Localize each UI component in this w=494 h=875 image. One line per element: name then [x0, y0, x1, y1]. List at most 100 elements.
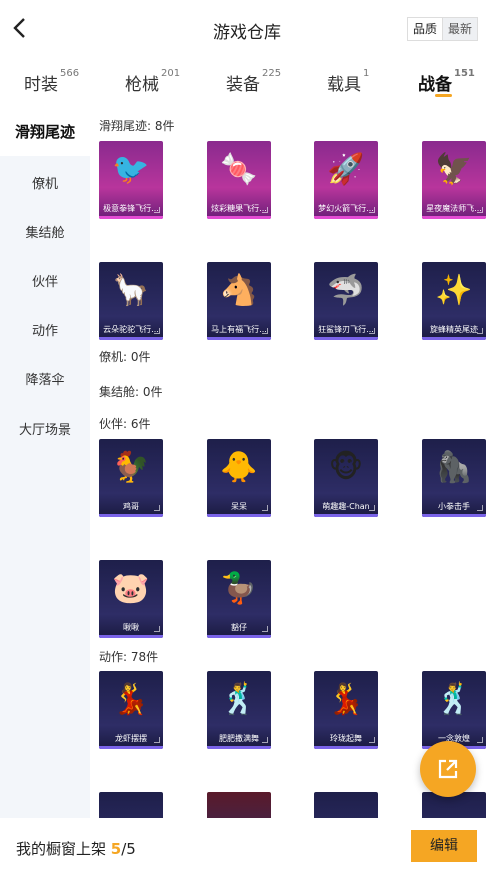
item-card[interactable]: 💃 玲珑起舞 [314, 671, 378, 749]
tab-fashion[interactable]: 时装566 [24, 68, 80, 95]
corner-mark [477, 505, 483, 511]
item-image: 🦅 [435, 151, 473, 187]
item-image: 🦙 [112, 272, 150, 308]
item-image: 🐥 [220, 449, 258, 485]
item-card[interactable]: 🐥 呆呆 [207, 439, 271, 517]
item-card[interactable]: 💃 龙虾摆摆 [99, 671, 163, 749]
corner-mark [262, 505, 268, 511]
tab-vehicles[interactable]: 载具1 [327, 68, 370, 95]
item-card[interactable]: 🕺 一念敦煌 [422, 671, 486, 749]
item-card[interactable]: 🐵 萌趣趣-Chan [314, 439, 378, 517]
item-grid: 滑翔尾迹: 8件 🐦 极意拳锋飞行... 🍬 炫彩糖果飞行... 🚀 梦幻火箭飞… [90, 108, 494, 818]
corner-mark [477, 328, 483, 334]
item-card[interactable]: 🦅 星夜魔法师飞... [422, 141, 486, 219]
rarity-bar [99, 337, 163, 340]
rarity-bar [314, 514, 378, 517]
rarity-bar [99, 514, 163, 517]
tab-count: 225 [262, 68, 282, 79]
sidebar-item-wingman[interactable]: 僚机 [0, 173, 90, 192]
corner-mark [262, 626, 268, 632]
item-card[interactable]: 🍬 炫彩糖果飞行... [207, 141, 271, 219]
sort-toggle[interactable]: 品质 最新 [406, 17, 478, 41]
active-tab-indicator [435, 94, 452, 97]
item-card[interactable]: 🐴 马上有福飞行... [207, 262, 271, 340]
item-card[interactable]: 🚀 梦幻火箭飞行... [314, 141, 378, 219]
item-image: 🦈 [327, 272, 365, 308]
sort-quality-option[interactable]: 品质 [407, 18, 443, 40]
item-image: 🍬 [220, 151, 258, 187]
header: 游戏仓库 品质 最新 [0, 0, 494, 58]
category-tabs: 时装566 枪械201 装备225 载具1 战备151 [0, 58, 494, 108]
rarity-bar [99, 746, 163, 749]
item-card[interactable]: ✨ 旋蜂精英尾迹 [422, 262, 486, 340]
tab-count: 201 [161, 68, 181, 79]
rarity-bar [99, 635, 163, 638]
item-card[interactable]: 🕺 肥肥撒满舞 [207, 671, 271, 749]
item-card[interactable] [99, 792, 163, 818]
corner-mark [369, 328, 375, 334]
sidebar-item-trail[interactable]: 滑翔尾迹 [0, 108, 90, 156]
item-image: 💃 [112, 681, 150, 717]
item-card[interactable]: 🦆 豁仔 [207, 560, 271, 638]
tab-count: 566 [60, 68, 80, 79]
sidebar-item-pod[interactable]: 集结舱 [0, 222, 90, 241]
tab-count: 1 [363, 68, 370, 79]
corner-mark [154, 328, 160, 334]
item-card[interactable]: 🐷 啾啾 [99, 560, 163, 638]
rarity-bar [314, 216, 378, 219]
showcase-label: 我的橱窗上架 [16, 840, 111, 858]
item-image: 🕺 [435, 681, 473, 717]
sidebar-item-parachute[interactable]: 降落伞 [0, 369, 90, 388]
share-button[interactable] [420, 741, 476, 797]
rarity-bar [207, 746, 271, 749]
showcase-footer: 我的橱窗上架 5/5 编辑 [0, 818, 494, 875]
corner-mark [154, 626, 160, 632]
corner-mark [154, 207, 160, 213]
rarity-bar [314, 337, 378, 340]
corner-mark [369, 207, 375, 213]
corner-mark [262, 328, 268, 334]
tab-label: 枪械 [125, 75, 159, 95]
corner-mark [369, 505, 375, 511]
item-image: 🐦 [112, 151, 150, 187]
rarity-bar [314, 746, 378, 749]
corner-mark [154, 505, 160, 511]
external-link-icon [438, 759, 458, 779]
sort-latest-option[interactable]: 最新 [442, 18, 477, 40]
item-card[interactable] [314, 792, 378, 818]
rarity-bar [99, 216, 163, 219]
corner-mark [477, 207, 483, 213]
rarity-bar [207, 514, 271, 517]
item-card[interactable]: 🦍 小拳击手 [422, 439, 486, 517]
showcase-status: 我的橱窗上架 5/5 [16, 838, 136, 859]
section-title-pod: 集结舱: 0件 [99, 385, 163, 399]
tab-equipment[interactable]: 装备225 [226, 68, 282, 95]
sidebar-item-emote[interactable]: 动作 [0, 320, 90, 339]
item-image: 🐵 [328, 449, 364, 485]
corner-mark [262, 207, 268, 213]
sidebar: 滑翔尾迹 僚机 集结舱 伙伴 动作 降落伞 大厅场景 [0, 108, 90, 818]
tab-label: 载具 [327, 75, 361, 95]
tab-label: 装备 [226, 75, 260, 95]
item-card[interactable] [207, 792, 271, 818]
sidebar-item-partner[interactable]: 伙伴 [0, 271, 90, 290]
corner-mark [154, 737, 160, 743]
item-card[interactable]: 🦙 云朵驼驼飞行... [99, 262, 163, 340]
sidebar-item-lobby-scene[interactable]: 大厅场景 [0, 419, 90, 438]
corner-mark [262, 737, 268, 743]
item-image: 🕺 [220, 681, 258, 717]
item-card[interactable]: 🦈 狂鲨锋刃飞行... [314, 262, 378, 340]
section-title-emote: 动作: 78件 [99, 650, 159, 664]
item-image: 💃 [327, 681, 365, 717]
tab-battle-gear[interactable]: 战备151 [418, 68, 475, 95]
item-image: 🦍 [435, 449, 473, 485]
edit-button[interactable]: 编辑 [411, 830, 477, 862]
tab-label: 时装 [24, 75, 58, 95]
section-title-wingman: 僚机: 0件 [99, 350, 151, 364]
item-image: 🦆 [220, 570, 258, 606]
item-card[interactable]: 🐦 极意拳锋飞行... [99, 141, 163, 219]
rarity-bar [207, 635, 271, 638]
corner-mark [477, 737, 483, 743]
tab-weapons[interactable]: 枪械201 [125, 68, 181, 95]
item-card[interactable]: 🐓 鸡哥 [99, 439, 163, 517]
